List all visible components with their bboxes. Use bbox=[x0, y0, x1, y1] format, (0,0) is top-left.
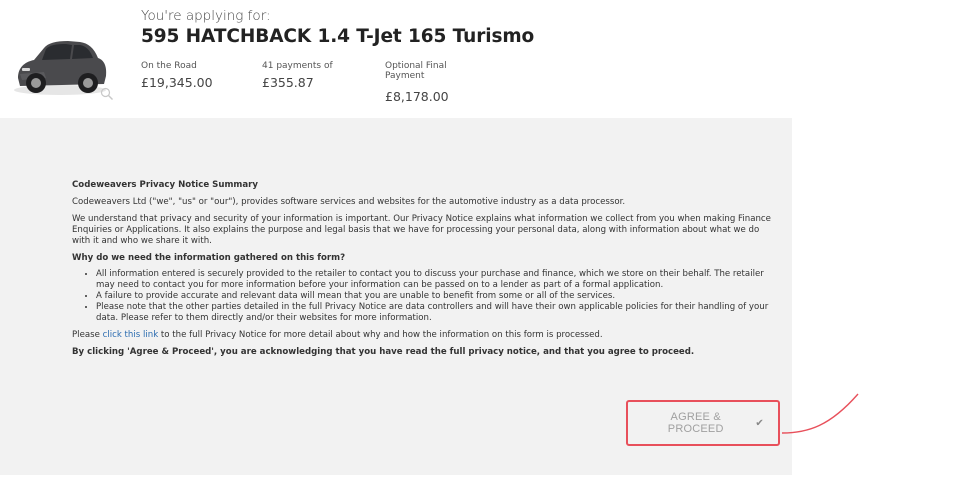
agree-button-label: AGREE & PROCEED bbox=[667, 411, 724, 435]
notice-link-paragraph: Please click this link to the full Priva… bbox=[72, 330, 778, 341]
stat-label: On the Road bbox=[141, 61, 197, 71]
list-item: Please note that the other parties detai… bbox=[96, 302, 778, 324]
privacy-panel: Codeweavers Privacy Notice Summary Codew… bbox=[0, 118, 792, 475]
stat-on-the-road: On the Road £19,345.00 bbox=[141, 61, 213, 90]
link-prefix: Please bbox=[72, 330, 103, 340]
privacy-notice-link[interactable]: click this link bbox=[103, 330, 159, 340]
stat-monthly-payments: 41 payments of £355.87 bbox=[262, 61, 333, 90]
agree-button-highlight: AGREE & PROCEED ✔ bbox=[626, 400, 780, 446]
stat-value: £19,345.00 bbox=[141, 75, 213, 90]
callout-arrow-line bbox=[781, 393, 859, 434]
notice-question: Why do we need the information gathered … bbox=[72, 253, 346, 263]
application-header: You're applying for: 595 HATCHBACK 1.4 T… bbox=[0, 0, 968, 118]
link-suffix: to the full Privacy Notice for more deta… bbox=[158, 330, 603, 340]
notice-intro: Codeweavers Ltd ("we", "us" or "our"), p… bbox=[72, 197, 626, 207]
stat-value: £8,178.00 bbox=[385, 89, 449, 104]
check-icon: ✔ bbox=[755, 417, 764, 429]
list-item: All information entered is securely prov… bbox=[96, 269, 778, 291]
notice-acknowledgement: By clicking 'Agree & Proceed', you are a… bbox=[72, 347, 695, 357]
notice-bullet-list: All information entered is securely prov… bbox=[72, 269, 778, 324]
privacy-notice: Codeweavers Privacy Notice Summary Codew… bbox=[72, 180, 778, 364]
applying-label: You're applying for: bbox=[141, 8, 271, 24]
notice-understand: We understand that privacy and security … bbox=[72, 214, 771, 246]
stat-value: £355.87 bbox=[262, 75, 314, 90]
stat-label: 41 payments of bbox=[262, 61, 333, 71]
notice-title: Codeweavers Privacy Notice Summary bbox=[72, 180, 259, 190]
vehicle-model-title: 595 HATCHBACK 1.4 T-Jet 165 Turismo bbox=[141, 26, 535, 47]
stat-final-payment: Optional Final Payment £8,178.00 bbox=[385, 61, 465, 104]
list-item: A failure to provide accurate and releva… bbox=[96, 291, 778, 302]
magnifier-icon[interactable] bbox=[100, 87, 114, 101]
stat-label: Optional Final Payment bbox=[385, 61, 447, 81]
agree-proceed-button[interactable]: AGREE & PROCEED ✔ bbox=[636, 408, 770, 438]
car-thumbnail-image bbox=[14, 41, 107, 95]
